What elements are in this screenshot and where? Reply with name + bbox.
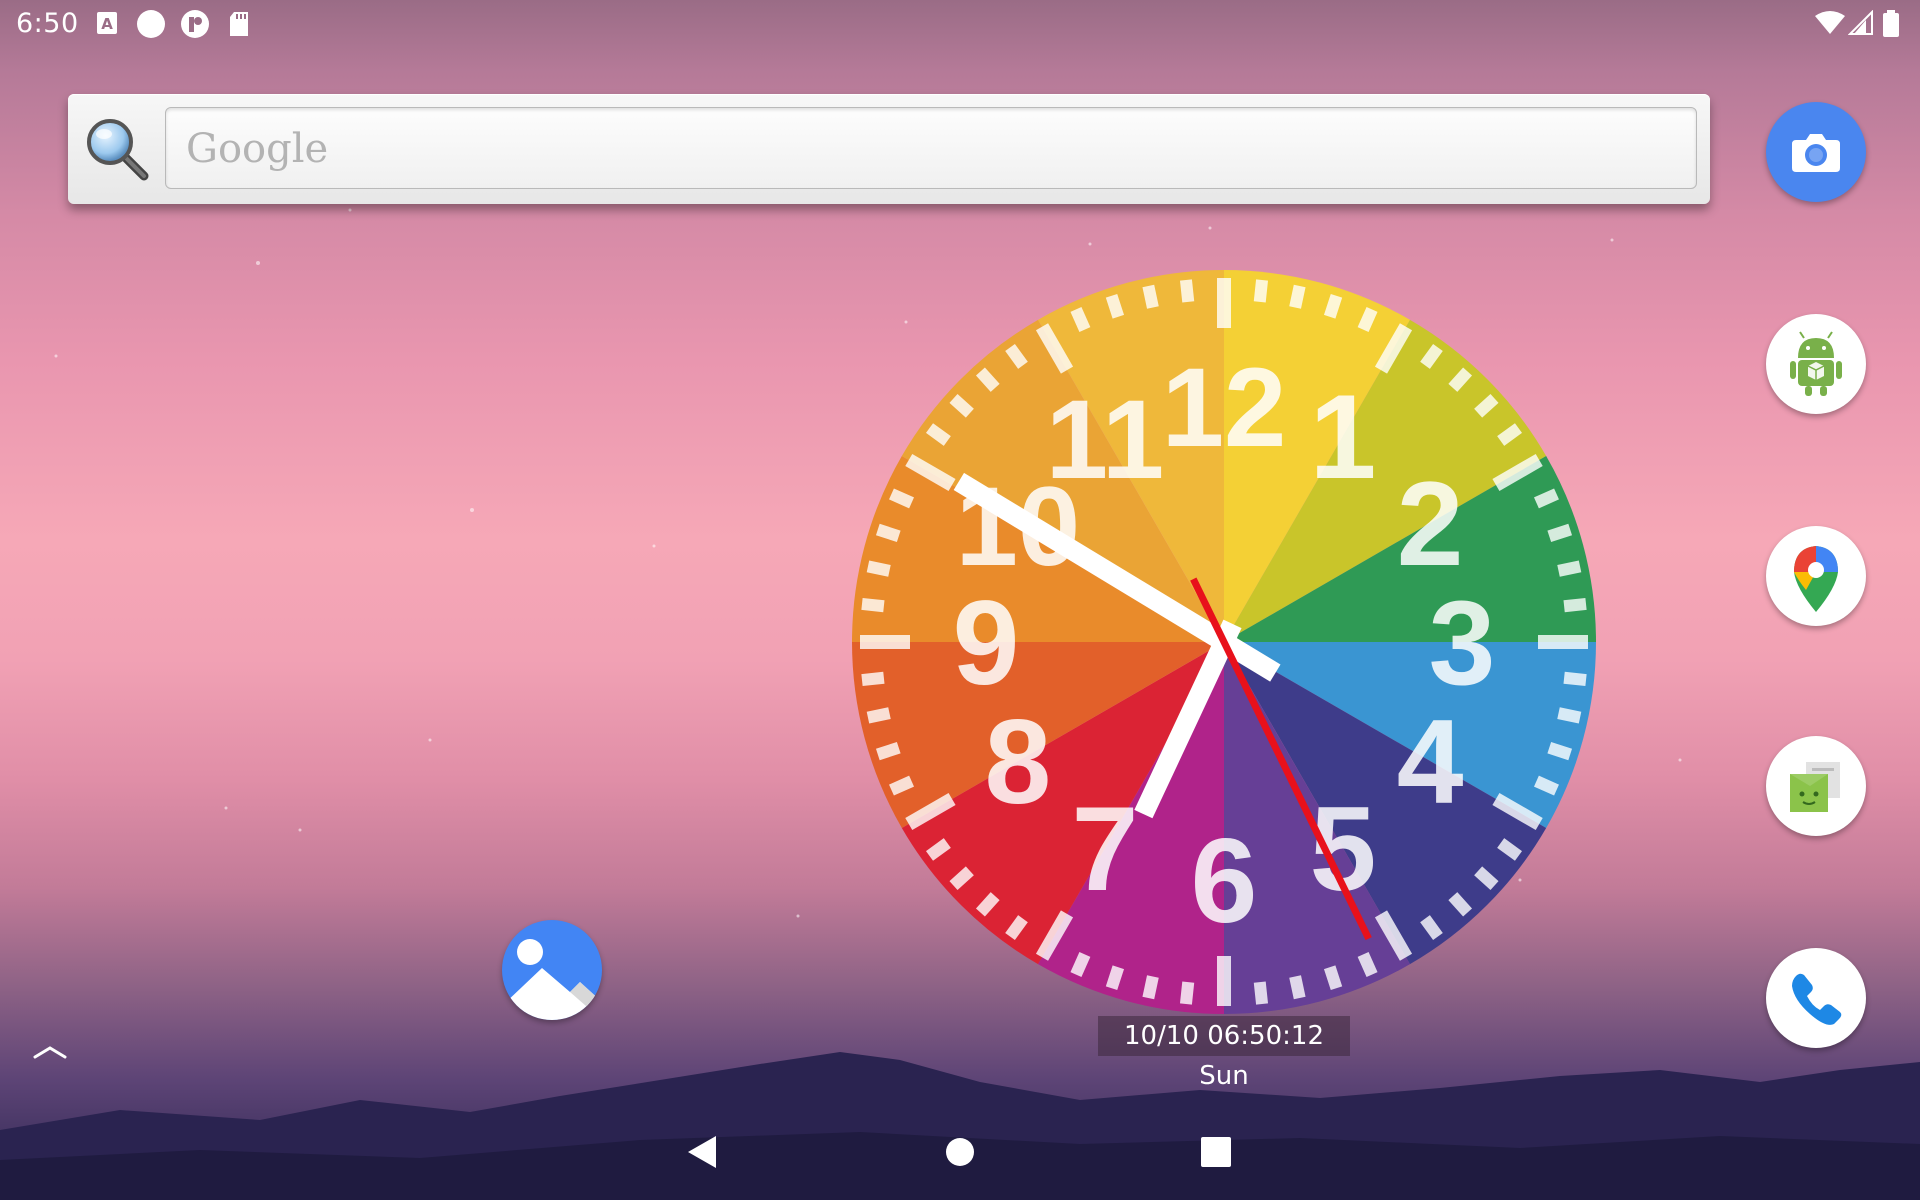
phone-app-button[interactable] (1766, 948, 1866, 1048)
clock-minute-tick (861, 671, 885, 687)
camera-app-button[interactable] (1766, 102, 1866, 202)
clock-numeral: 12 (1162, 345, 1287, 470)
clock-minute-tick (1142, 284, 1159, 309)
clock-minute-tick (861, 597, 885, 613)
maps-app-button[interactable] (1766, 526, 1866, 626)
clock-datetime-label: 10/10 06:50:12 Sun (1098, 1016, 1350, 1091)
clock-minute-tick (889, 775, 915, 796)
clock-minute-tick (1179, 279, 1195, 303)
search-widget[interactable]: Google (68, 94, 1710, 204)
magnifier-icon[interactable] (82, 114, 152, 184)
navigation-bar (0, 1104, 1920, 1200)
search-placeholder: Google (186, 126, 329, 172)
photos-app-button[interactable] (502, 920, 602, 1020)
sd-card-icon (230, 12, 248, 36)
clock-minute-tick (1070, 307, 1091, 333)
clock-minute-tick (1289, 975, 1306, 1000)
clock-minute-tick (875, 741, 901, 761)
status-time: 6:50 (16, 8, 79, 39)
home-button[interactable] (932, 1124, 988, 1180)
circle-icon (137, 10, 165, 38)
clock-minute-tick (1547, 523, 1573, 543)
clock-minute-tick (866, 707, 891, 724)
clock-numeral: 6 (1191, 814, 1258, 948)
clock-minute-tick (1323, 965, 1343, 991)
clock-numeral: 2 (1397, 457, 1464, 591)
clock-numeral: 7 (1072, 782, 1139, 916)
clock-minute-tick (875, 523, 901, 543)
photos-icon (502, 939, 602, 1020)
back-button[interactable] (674, 1124, 730, 1180)
clock-minute-tick (1547, 741, 1573, 761)
wifi-icon (1815, 11, 1845, 34)
clock-numeral: 1 (1310, 370, 1377, 504)
clock-minute-tick (1289, 284, 1306, 309)
a-letter-icon: A (97, 12, 117, 34)
clock-minute-tick (1323, 293, 1343, 319)
clock-minute-tick (1557, 560, 1582, 577)
clock-minute-tick (1253, 279, 1269, 303)
app-drawer-arrow-icon[interactable] (32, 1040, 68, 1062)
clock-numeral: 3 (1429, 576, 1496, 710)
clock-minute-tick (1533, 775, 1559, 796)
messaging-icon (1790, 762, 1840, 812)
clock-minute-tick (866, 560, 891, 577)
signal-icon (1848, 10, 1873, 35)
clock-minute-tick (1533, 488, 1559, 509)
battery-icon (1883, 10, 1899, 37)
clock-minute-tick (1253, 981, 1269, 1005)
android-box-icon (1790, 331, 1842, 396)
clock-numeral: 9 (953, 576, 1020, 710)
clock-numeral: 8 (985, 695, 1052, 829)
clock-numeral: 4 (1397, 695, 1464, 829)
clock-minute-tick (1142, 975, 1159, 1000)
analog-clock-widget[interactable]: 121234567891011 (852, 270, 1596, 1014)
clock-numeral: 5 (1310, 782, 1377, 916)
clock-minute-tick (1357, 307, 1378, 333)
clock-minute-tick (1105, 965, 1125, 991)
android-app-button[interactable] (1766, 314, 1866, 414)
clock-minute-tick (1179, 981, 1195, 1005)
search-input[interactable]: Google (165, 107, 1697, 189)
p-app-icon (181, 10, 209, 38)
clock-minute-tick (1563, 671, 1587, 687)
clock-minute-tick (1105, 293, 1125, 319)
status-bar: 6:50 A (0, 0, 1920, 48)
clock-minute-tick (1070, 951, 1091, 977)
clock-numeral: 11 (1046, 377, 1164, 502)
recents-button[interactable] (1188, 1124, 1244, 1180)
clock-minute-tick (889, 488, 915, 509)
clock-minute-tick (1557, 707, 1582, 724)
clock-minute-tick (1563, 597, 1587, 613)
camera-icon (1792, 134, 1840, 172)
clock-minute-tick (1357, 951, 1378, 977)
phone-icon (1792, 973, 1842, 1025)
maps-pin-icon (1794, 546, 1838, 612)
messaging-app-button[interactable] (1766, 736, 1866, 836)
svg-text:A: A (101, 15, 113, 33)
